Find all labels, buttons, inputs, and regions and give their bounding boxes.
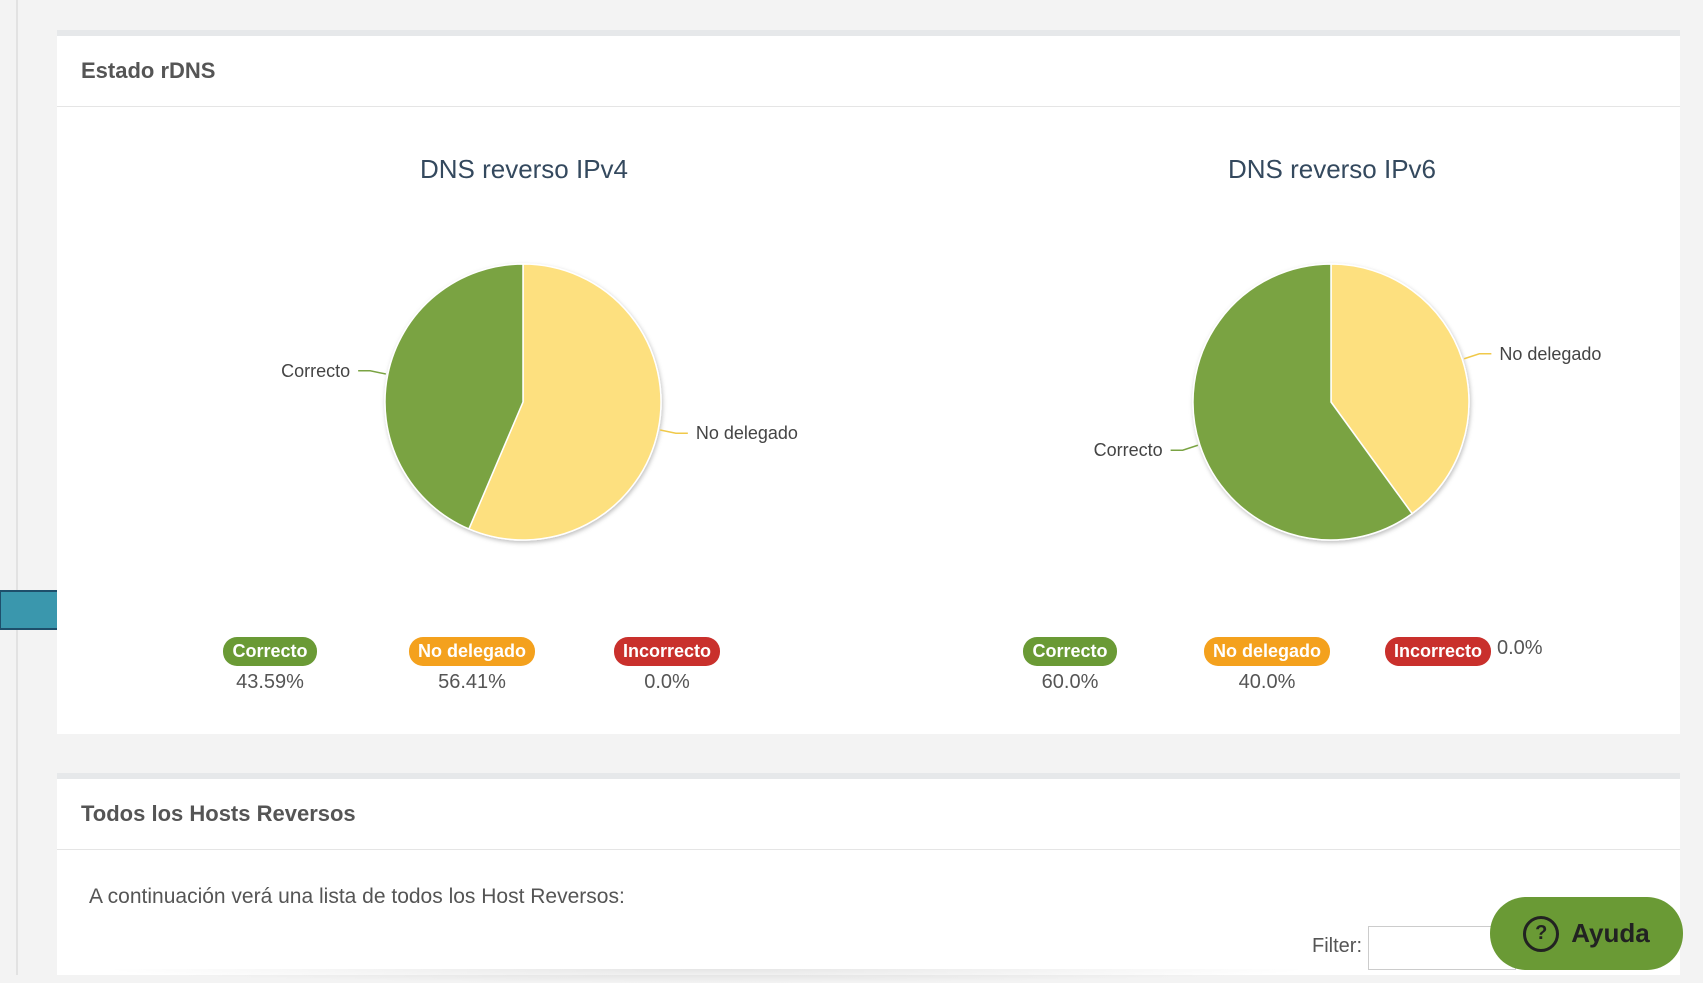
ipv6-legend-no-delegado: No delegado 40.0% [1167, 637, 1367, 694]
reverse-hosts-panel: Todos los Hosts Reversos A continuación … [57, 773, 1680, 983]
pie-charts: No delegado Correcto No delegado Correcto [281, 263, 1601, 541]
hosts-description: A continuación verá una lista de todos l… [89, 885, 625, 908]
page-left-border [16, 0, 18, 975]
no-delegado-value: 40.0% [1238, 671, 1296, 693]
no-delegado-badge: No delegado [408, 637, 535, 666]
ipv6-legend-incorrecto: Incorrecto [1385, 637, 1492, 666]
ipv4-legend-no-delegado: No delegado 56.41% [372, 637, 572, 694]
incorrecto-badge: Incorrecto [613, 637, 721, 666]
correcto-value: 60.0% [1041, 671, 1099, 693]
correcto-badge: Correcto [223, 637, 317, 666]
pie-label-no-delegado: No delegado [1499, 344, 1601, 364]
pie-ipv4 [384, 263, 662, 541]
filter-label: Filter: [1312, 935, 1362, 957]
pie-label-no-delegado: No delegado [696, 423, 798, 443]
pie-label-correcto: Correcto [281, 361, 350, 381]
ipv4-legend-correcto: Correcto 43.59% [170, 637, 370, 694]
pie-label-connector [1463, 353, 1492, 360]
help-button[interactable]: ? Ayuda [1490, 897, 1683, 970]
no-delegado-value: 56.41% [438, 671, 506, 693]
no-delegado-badge: No delegado [1203, 637, 1330, 666]
pie-label-connector [660, 429, 688, 434]
pie-label-correcto: Correcto [1094, 440, 1163, 460]
incorrecto-badge: Incorrecto [1385, 637, 1492, 666]
incorrecto-value: 0.0% [644, 671, 690, 693]
rdns-status-panel: Estado rDNS DNS reverso IPv4 DNS reverso… [57, 30, 1680, 734]
help-button-label: Ayuda [1571, 918, 1650, 948]
ipv6-legend-correcto: Correcto 60.0% [970, 637, 1170, 694]
table-top-shadow [97, 969, 1317, 983]
pie-ipv6 [1192, 263, 1470, 541]
correcto-value: 43.59% [236, 671, 304, 693]
ipv4-legend-incorrecto: Incorrecto 0.0% [567, 637, 767, 694]
incorrecto-value: 0.0% [1497, 637, 1543, 659]
pie-label-connector [358, 370, 386, 375]
pie-label-connector [1170, 444, 1199, 451]
question-circle-icon: ? [1523, 915, 1560, 952]
panel-title: Todos los Hosts Reversos [57, 779, 1680, 850]
correcto-badge: Correcto [1023, 637, 1117, 666]
